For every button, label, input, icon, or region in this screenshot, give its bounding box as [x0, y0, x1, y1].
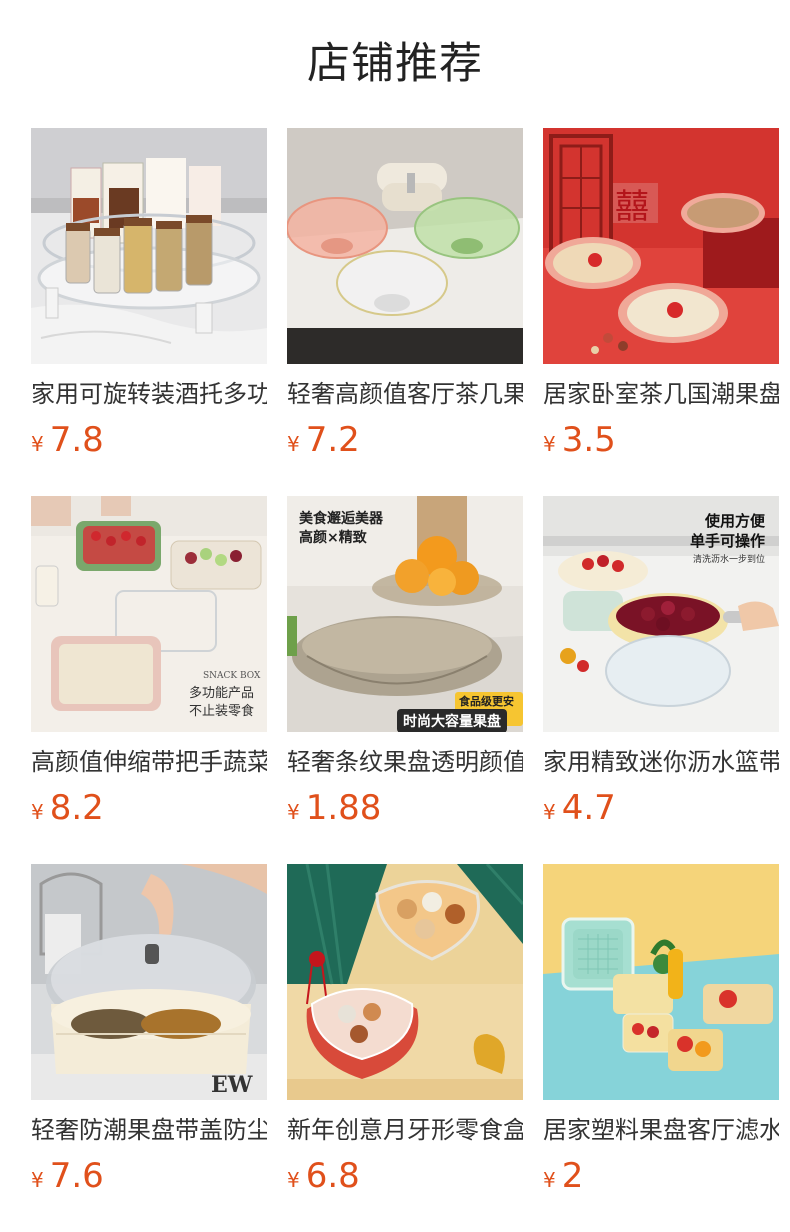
- overlay-line1: 多功能产品: [189, 686, 255, 701]
- currency-symbol: ¥: [543, 1168, 556, 1192]
- product-name[interactable]: 轻奢高颜值客厅茶几果盘: [287, 378, 523, 410]
- price-amount: 1.88: [305, 788, 382, 828]
- product-name[interactable]: 新年创意月牙形零食盒: [287, 1114, 523, 1146]
- product-image[interactable]: [543, 864, 779, 1100]
- product-card[interactable]: EW 轻奢防潮果盘带盖防尘干果盒 ¥7.6: [31, 864, 267, 1232]
- overlay-brand: SNACK BOX: [203, 671, 261, 681]
- overlay-line1: 使用方便: [704, 512, 765, 530]
- price-amount: 3.5: [561, 420, 616, 460]
- product-card[interactable]: 家用可旋转装酒托多功能收纳 ¥7.8: [31, 128, 267, 496]
- product-name[interactable]: 家用可旋转装酒托多功能收纳: [31, 378, 267, 410]
- product-name[interactable]: 轻奢条纹果盘透明颜值果盘: [287, 746, 523, 778]
- currency-symbol: ¥: [287, 800, 300, 824]
- product-price: ¥4.7: [543, 788, 779, 828]
- overlay-line3: 清洗沥水一步到位: [692, 555, 765, 565]
- product-image[interactable]: 使用方便 单手可操作 清洗沥水一步到位: [543, 496, 779, 732]
- product-name[interactable]: 居家塑料果盘客厅滤水篮: [543, 1114, 779, 1146]
- product-image[interactable]: SNACK BOX 多功能产品 不止装零食: [31, 496, 267, 732]
- currency-symbol: ¥: [31, 800, 44, 824]
- svg-text:囍: 囍: [615, 187, 649, 227]
- product-price: ¥7.8: [31, 420, 267, 460]
- product-image[interactable]: [287, 864, 523, 1100]
- price-amount: 4.7: [561, 788, 616, 828]
- price-amount: 7.2: [305, 420, 360, 460]
- product-image[interactable]: EW: [31, 864, 267, 1100]
- page-title: 店铺推荐: [307, 39, 483, 89]
- price-amount: 6.8: [305, 1156, 360, 1196]
- product-name[interactable]: 高颜值伸缩带把手蔬菜沥水篮: [31, 746, 267, 778]
- currency-symbol: ¥: [543, 432, 556, 456]
- product-image[interactable]: [287, 128, 523, 364]
- product-card[interactable]: 美食邂逅美器 高颜×精致 食品级更安全 时尚大容量果盘 轻奢条纹果盘透明颜值果盘…: [287, 496, 523, 864]
- currency-symbol: ¥: [287, 432, 300, 456]
- product-price: ¥1.88: [287, 788, 523, 828]
- overlay-line1: 美食邂逅美器: [299, 511, 383, 527]
- product-name[interactable]: 居家卧室茶几国潮果盘: [543, 378, 779, 410]
- currency-symbol: ¥: [543, 800, 556, 824]
- product-price: ¥7.2: [287, 420, 523, 460]
- svg-text:EW: EW: [211, 1072, 253, 1098]
- product-name[interactable]: 家用精致迷你沥水篮带手柄: [543, 746, 779, 778]
- price-amount: 7.8: [49, 420, 104, 460]
- product-card[interactable]: SNACK BOX 多功能产品 不止装零食 高颜值伸缩带把手蔬菜沥水篮 ¥8.2: [31, 496, 267, 864]
- product-price: ¥2: [543, 1156, 779, 1196]
- product-card[interactable]: 使用方便 单手可操作 清洗沥水一步到位 家用精致迷你沥水篮带手柄 ¥4.7: [543, 496, 779, 864]
- price-amount: 8.2: [49, 788, 104, 828]
- product-name[interactable]: 轻奢防潮果盘带盖防尘干果盒: [31, 1114, 267, 1146]
- page-header: 店铺推荐: [0, 0, 790, 128]
- currency-symbol: ¥: [31, 432, 44, 456]
- overlay-tag-big: 时尚大容量果盘: [397, 709, 507, 732]
- product-price: ¥3.5: [543, 420, 779, 460]
- product-card[interactable]: 轻奢高颜值客厅茶几果盘 ¥7.2: [287, 128, 523, 496]
- product-image[interactable]: [31, 128, 267, 364]
- product-grid: 家用可旋转装酒托多功能收纳 ¥7.8: [31, 128, 779, 1232]
- overlay-line2: 不止装零食: [189, 704, 255, 719]
- product-price: ¥6.8: [287, 1156, 523, 1196]
- overlay-line2: 高颜×精致: [299, 530, 367, 546]
- product-card[interactable]: 新年创意月牙形零食盒 ¥6.8: [287, 864, 523, 1232]
- product-card[interactable]: 囍 居家卧室茶几国潮果盘 ¥3.5: [543, 128, 779, 496]
- product-image[interactable]: 美食邂逅美器 高颜×精致 食品级更安全 时尚大容量果盘: [287, 496, 523, 732]
- currency-symbol: ¥: [31, 1168, 44, 1192]
- price-amount: 7.6: [49, 1156, 104, 1196]
- product-image[interactable]: 囍: [543, 128, 779, 364]
- overlay-line2: 单手可操作: [689, 532, 765, 550]
- product-price: ¥8.2: [31, 788, 267, 828]
- product-card[interactable]: 居家塑料果盘客厅滤水篮 ¥2: [543, 864, 779, 1232]
- price-amount: 2: [561, 1156, 584, 1196]
- currency-symbol: ¥: [287, 1168, 300, 1192]
- product-price: ¥7.6: [31, 1156, 267, 1196]
